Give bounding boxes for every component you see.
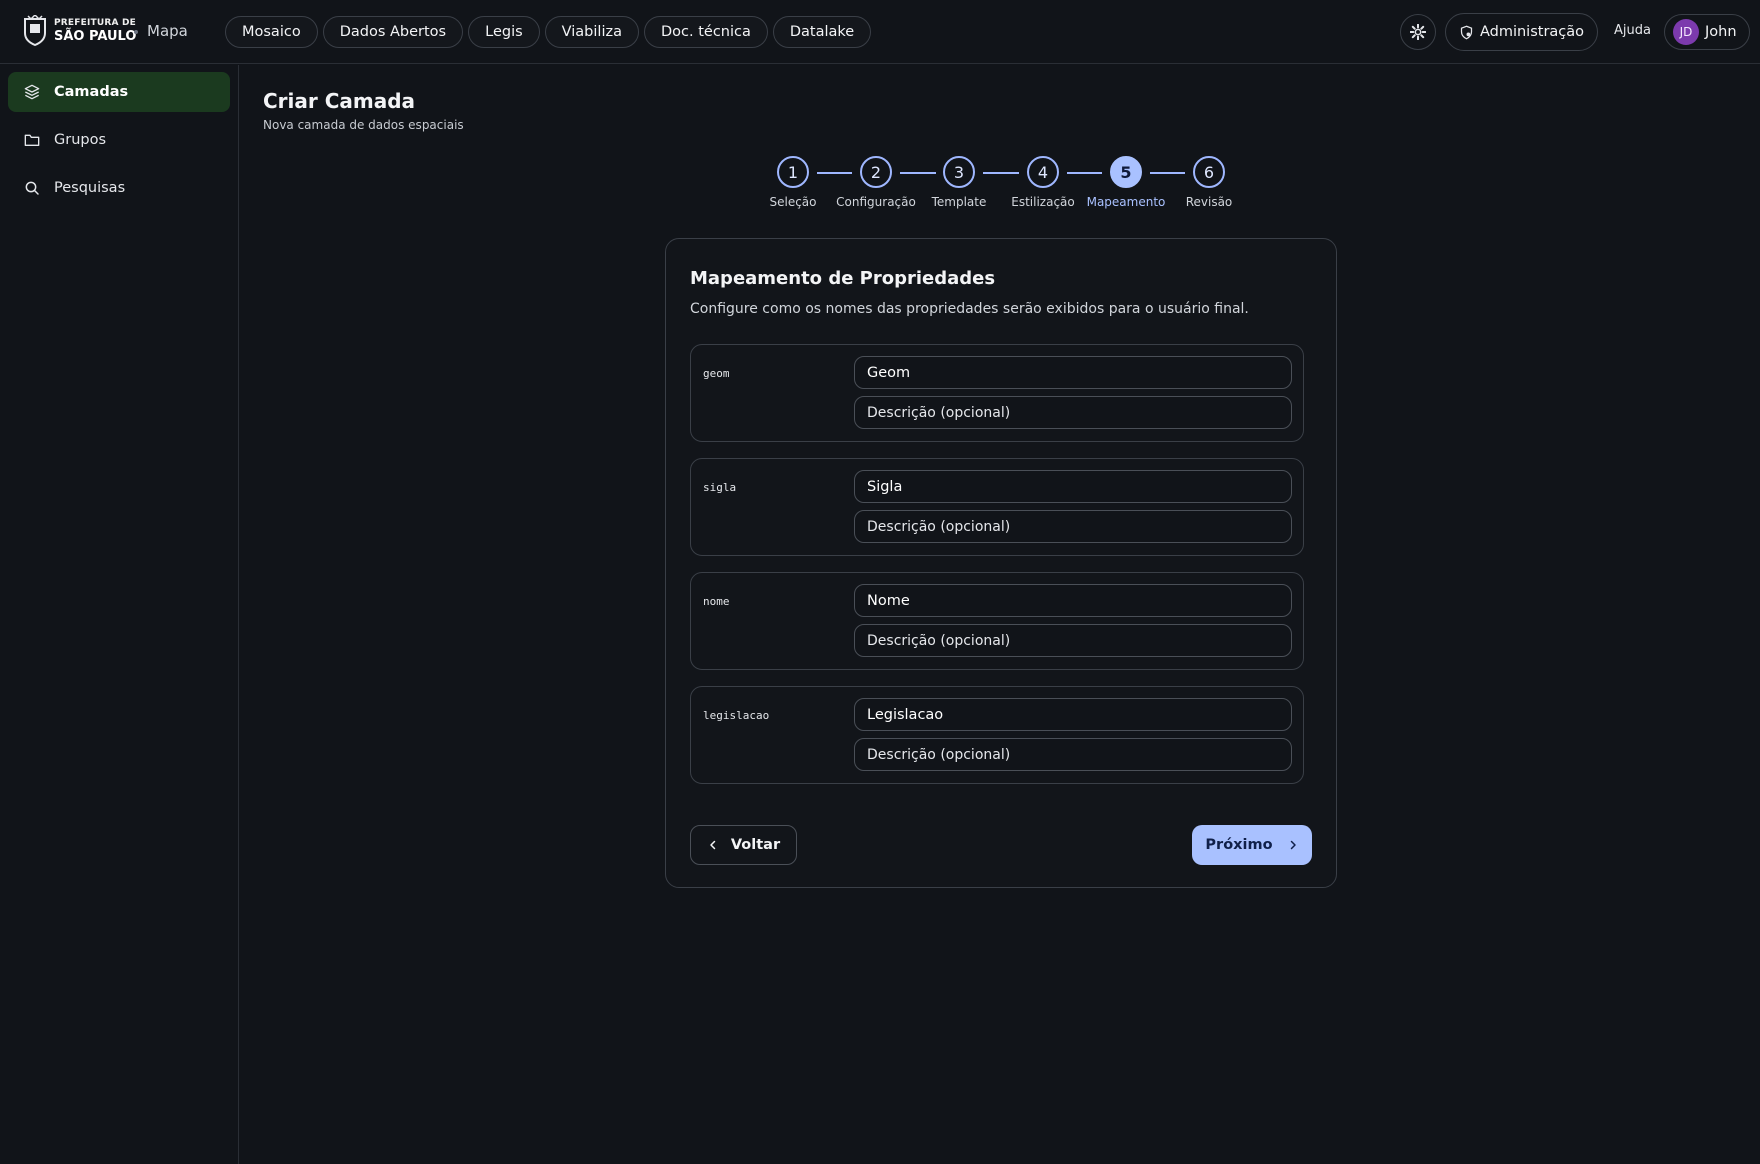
admin-label: Administração (1479, 24, 1585, 40)
chevron-left-icon (710, 840, 716, 850)
top-nav: Mosaico Dados Abertos Legis Viabiliza Do… (225, 16, 872, 48)
property-key: legislacao (703, 709, 770, 722)
admin-button[interactable]: Administração (1445, 13, 1598, 51)
folder-icon (24, 132, 40, 148)
back-label: Voltar (730, 837, 781, 853)
nav-legis[interactable]: Legis (468, 16, 540, 48)
nav-mosaico[interactable]: Mosaico (225, 16, 318, 48)
property-row-sigla: sigla Sigla Descrição (opcional) (690, 458, 1304, 556)
logo-text: PREFEITURA DE SÃO PAULO (54, 18, 137, 44)
user-menu-button[interactable]: JD John (1664, 14, 1750, 50)
sidebar-item-camadas[interactable]: Camadas (8, 72, 230, 112)
sidebar-item-label: Camadas (54, 84, 129, 100)
step-label: Configuração (836, 195, 916, 209)
nav-doc-tecnica[interactable]: Doc. técnica (643, 16, 768, 48)
layers-icon (24, 84, 40, 100)
step-number: 2 (860, 156, 892, 188)
gear-icon (1410, 24, 1426, 40)
step-label: Template (931, 195, 987, 209)
property-name-input[interactable]: Geom (854, 356, 1292, 389)
help-link[interactable]: Ajuda (1614, 23, 1651, 38)
step-number: 1 (777, 156, 809, 188)
property-key: geom (703, 367, 730, 380)
property-row-legislacao: legislacao Legislacao Descrição (opciona… (690, 686, 1304, 784)
sidebar-item-grupos[interactable]: Grupos (8, 120, 230, 160)
chevron-right-icon (1290, 840, 1296, 850)
next-button[interactable]: Próximo (1192, 825, 1312, 865)
property-name-input[interactable]: Sigla (854, 470, 1292, 503)
step-number: 5 (1110, 156, 1142, 188)
step-number: 4 (1027, 156, 1059, 188)
back-button[interactable]: Voltar (690, 825, 797, 865)
property-row-geom: geom Geom Descrição (opcional) (690, 344, 1304, 442)
card-title: Mapeamento de Propriedades (690, 268, 996, 289)
top-bar: PREFEITURA DE SÃO PAULO Mapa Mosaico Dad… (0, 0, 1760, 64)
step-label: Seleção (769, 195, 817, 209)
prefeitura-logo[interactable]: PREFEITURA DE SÃO PAULO (22, 15, 136, 47)
nav-datalake[interactable]: Datalake (772, 16, 872, 48)
nav-dados-abertos[interactable]: Dados Abertos (322, 16, 464, 48)
property-key: sigla (703, 481, 737, 494)
step-label: Estilização (1011, 195, 1075, 209)
step-number: 3 (943, 156, 975, 188)
separator-dot (134, 30, 138, 34)
step-label: Revisão (1185, 195, 1233, 209)
sidebar-item-label: Grupos (54, 132, 107, 148)
property-description-input[interactable]: Descrição (opcional) (854, 396, 1292, 429)
step-revisao[interactable]: 6 Revisão (1159, 156, 1259, 209)
user-name: John (1705, 24, 1737, 40)
next-label: Próximo (1205, 837, 1273, 853)
property-row-nome: nome Nome Descrição (opcional) (690, 572, 1304, 670)
step-label: Mapeamento (1086, 195, 1166, 209)
sidebar-item-label: Pesquisas (54, 180, 126, 196)
avatar: JD (1673, 19, 1699, 45)
property-name-input[interactable]: Nome (854, 584, 1292, 617)
sidebar-item-pesquisas[interactable]: Pesquisas (8, 168, 230, 208)
property-description-input[interactable]: Descrição (opcional) (854, 738, 1292, 771)
logo-line1: PREFEITURA DE (54, 18, 137, 28)
property-mapping-card: Mapeamento de Propriedades Configure com… (665, 238, 1337, 888)
step-number: 6 (1193, 156, 1225, 188)
logo-line2: SÃO PAULO (54, 29, 137, 44)
search-icon (24, 180, 40, 196)
card-description: Configure como os nomes das propriedades… (690, 301, 1249, 317)
sidebar: Camadas Grupos Pesquisas (0, 65, 239, 1164)
nav-viabiliza[interactable]: Viabiliza (544, 16, 639, 48)
property-description-input[interactable]: Descrição (opcional) (854, 510, 1292, 543)
settings-button[interactable] (1400, 14, 1436, 50)
wizard-stepper: 1 Seleção 2 Configuração 3 Template 4 Es… (760, 156, 1250, 216)
property-name-input[interactable]: Legislacao (854, 698, 1292, 731)
property-description-input[interactable]: Descrição (opcional) (854, 624, 1292, 657)
page-subtitle: Nova camada de dados espaciais (263, 118, 464, 132)
page-title: Criar Camada (263, 89, 416, 113)
shield-gear-icon (1460, 25, 1473, 39)
app-name: Mapa (147, 22, 188, 40)
city-seal-icon (24, 15, 46, 47)
property-key: nome (703, 595, 730, 608)
